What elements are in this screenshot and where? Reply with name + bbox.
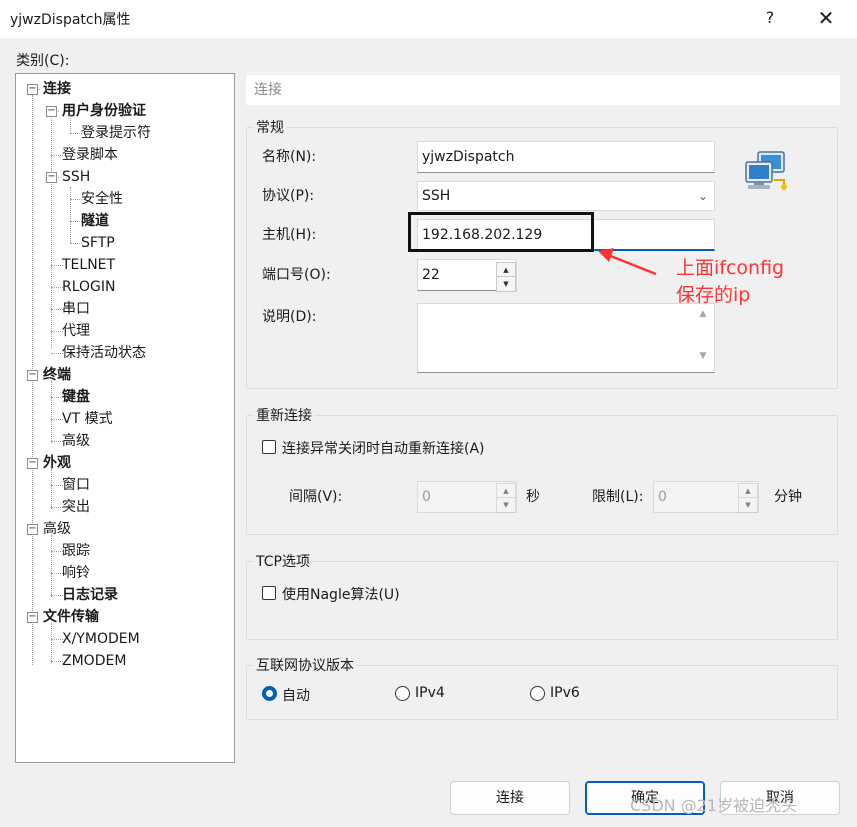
spin-down-icon[interactable]: ▼ (497, 277, 515, 291)
tree-item-file-transfer[interactable]: 文件传输 (43, 607, 99, 627)
reconnect-group (246, 415, 838, 535)
tree-item-login-prompts[interactable]: 登录提示符 (81, 123, 151, 143)
tree-item-connection[interactable]: 连接 (43, 79, 71, 99)
tree-item-telnet[interactable]: TELNET (62, 255, 115, 275)
description-field[interactable] (417, 303, 715, 373)
ipv4-label[interactable]: IPv4 (415, 685, 445, 701)
protocol-label: 协议(P): (262, 188, 315, 204)
title-bar: yjwzDispatch属性 ? ✕ (0, 0, 857, 38)
help-button[interactable]: ? (752, 2, 788, 34)
auto-reconnect-label[interactable]: 连接异常关闭时自动重新连接(A) (282, 438, 485, 458)
collapse-icon[interactable]: − (27, 84, 38, 95)
ip-auto-radio[interactable] (262, 686, 277, 701)
ipv6-radio[interactable] (530, 686, 545, 701)
tree-item-appearance[interactable]: 外观 (43, 453, 71, 473)
protocol-select[interactable]: SSH ⌄ (417, 181, 715, 211)
tree-item-bell[interactable]: 响铃 (62, 563, 90, 583)
tree-item-sftp[interactable]: SFTP (81, 233, 115, 253)
port-label: 端口号(O): (262, 267, 331, 283)
tree-item-window[interactable]: 窗口 (62, 475, 90, 495)
annotation-arrow (598, 248, 657, 276)
category-label: 类别(C): (16, 53, 70, 69)
tree-item-ssh[interactable]: SSH (62, 167, 90, 187)
interval-spinner[interactable]: ▲ ▼ (496, 483, 516, 513)
tcp-group-title: TCP选项 (254, 551, 312, 571)
interval-unit: 秒 (526, 489, 540, 505)
tree-item-keyboard[interactable]: 键盘 (62, 387, 90, 407)
collapse-icon[interactable]: − (46, 106, 57, 117)
tree-item-rlogin[interactable]: RLOGIN (62, 277, 116, 297)
tree-item-serial[interactable]: 串口 (62, 299, 90, 319)
tree-item-zmodem[interactable]: ZMODEM (62, 651, 126, 671)
section-header: 连接 (246, 75, 840, 105)
window-title: yjwzDispatch属性 (10, 12, 131, 28)
collapse-icon[interactable]: − (46, 172, 57, 183)
tree-item-xymodem[interactable]: X/YMODEM (62, 629, 140, 649)
collapse-icon[interactable]: − (27, 524, 38, 535)
tree-item-terminal-advanced[interactable]: 高级 (62, 431, 90, 451)
ipv4-radio[interactable] (395, 686, 410, 701)
tree-item-keep-alive[interactable]: 保持活动状态 (62, 343, 146, 363)
ip-version-group-title: 互联网协议版本 (254, 655, 356, 675)
collapse-icon[interactable]: − (27, 458, 38, 469)
nagle-label[interactable]: 使用Nagle算法(U) (282, 584, 400, 604)
collapse-icon[interactable]: − (27, 612, 38, 623)
scroll-up-icon[interactable]: ▲ (694, 309, 712, 319)
limit-label: 限制(L): (592, 489, 644, 505)
scroll-down-icon[interactable]: ▼ (694, 351, 712, 361)
network-computer-icon (745, 151, 787, 190)
interval-label: 间隔(V): (289, 489, 343, 505)
tree-item-trace[interactable]: 跟踪 (62, 541, 90, 561)
chevron-down-icon: ⌄ (697, 189, 708, 203)
tree-item-highlight[interactable]: 突出 (62, 497, 90, 517)
ipv6-label[interactable]: IPv6 (550, 685, 580, 701)
spin-down-icon[interactable]: ▼ (497, 498, 515, 512)
port-spinner[interactable]: ▲ ▼ (496, 262, 516, 292)
tree-item-advanced[interactable]: 高级 (43, 519, 71, 539)
auto-reconnect-checkbox[interactable] (262, 440, 276, 454)
name-field[interactable]: yjwzDispatch (417, 141, 715, 173)
tree-item-login-script[interactable]: 登录脚本 (62, 145, 118, 165)
ip-auto-label[interactable]: 自动 (282, 685, 310, 705)
tree-item-logging[interactable]: 日志记录 (62, 585, 118, 605)
reconnect-group-title: 重新连接 (254, 405, 314, 425)
spin-down-icon[interactable]: ▼ (739, 498, 757, 512)
general-group-title: 常规 (254, 117, 286, 137)
tree-item-tunnel[interactable]: 隧道 (81, 211, 109, 231)
protocol-value: SSH (422, 188, 451, 204)
name-label: 名称(N): (262, 149, 317, 165)
watermark: CSDN @21岁被迫秃头 (630, 796, 798, 815)
host-label: 主机(H): (262, 227, 317, 243)
collapse-icon[interactable]: − (27, 370, 38, 381)
annotation-text-line1: 上面ifconfig (676, 257, 785, 279)
description-scrollbar[interactable]: ▲ ▼ (694, 305, 712, 371)
tree-item-security[interactable]: 安全性 (81, 189, 123, 209)
tree-item-terminal[interactable]: 终端 (43, 365, 71, 385)
nagle-checkbox[interactable] (262, 586, 276, 600)
connect-button[interactable]: 连接 (450, 781, 570, 815)
tree-item-proxy[interactable]: 代理 (62, 321, 90, 341)
limit-spinner[interactable]: ▲ ▼ (738, 483, 758, 513)
category-tree[interactable]: − − − − − − − 连接 用户身份验证 登录提示符 登录脚本 SSH 安… (15, 73, 235, 763)
tree-item-authentication[interactable]: 用户身份验证 (62, 101, 146, 121)
spin-up-icon[interactable]: ▲ (497, 484, 515, 498)
description-label: 说明(D): (262, 309, 317, 325)
host-highlight-box (408, 212, 594, 252)
annotation-text-line2: 保存的ip (676, 284, 751, 306)
close-button[interactable]: ✕ (808, 2, 844, 34)
limit-unit: 分钟 (774, 489, 802, 505)
tree-item-vt-mode[interactable]: VT 模式 (62, 409, 113, 429)
spin-up-icon[interactable]: ▲ (739, 484, 757, 498)
spin-up-icon[interactable]: ▲ (497, 263, 515, 277)
